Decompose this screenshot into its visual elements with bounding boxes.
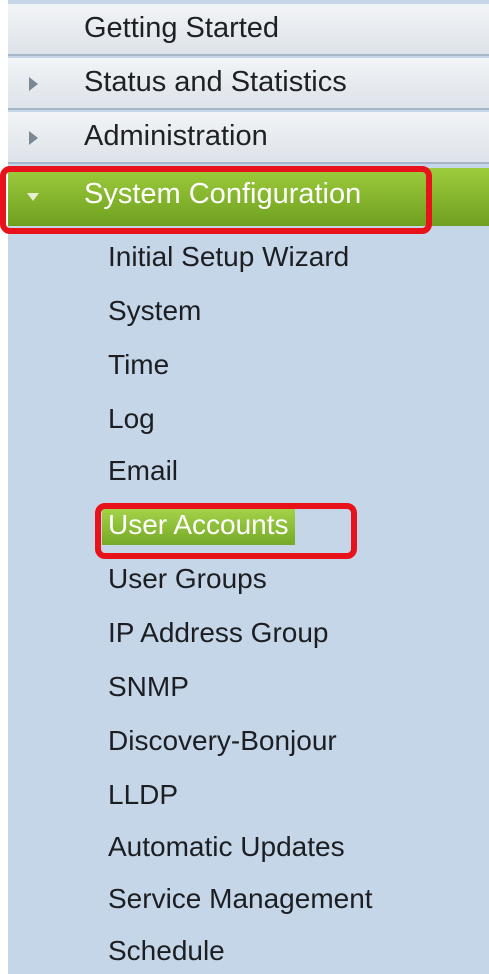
- nav-item-status-and-statistics[interactable]: Status and Statistics: [8, 58, 489, 110]
- highlight-box-user-accounts: [95, 503, 357, 559]
- navigation-sidebar: Getting Started Status and Statistics Ad…: [8, 0, 489, 974]
- sub-item-ip-address-group[interactable]: IP Address Group: [108, 617, 329, 649]
- sub-item-service-management[interactable]: Service Management: [108, 883, 373, 915]
- chevron-right-icon: [29, 77, 38, 91]
- sub-item-user-groups[interactable]: User Groups: [108, 563, 267, 595]
- sub-item-automatic-updates[interactable]: Automatic Updates: [108, 831, 345, 863]
- sub-item-log[interactable]: Log: [108, 403, 155, 435]
- sub-item-time[interactable]: Time: [108, 349, 169, 381]
- sub-item-discovery-bonjour[interactable]: Discovery-Bonjour: [108, 725, 337, 757]
- sub-item-schedule[interactable]: Schedule: [108, 935, 225, 967]
- sub-item-initial-setup-wizard[interactable]: Initial Setup Wizard: [108, 241, 349, 273]
- nav-item-administration[interactable]: Administration: [8, 112, 489, 164]
- sub-item-snmp[interactable]: SNMP: [108, 671, 189, 703]
- nav-item-label: Status and Statistics: [84, 66, 347, 98]
- chevron-right-icon: [29, 131, 38, 145]
- nav-item-label: Getting Started: [84, 12, 280, 44]
- sub-item-system[interactable]: System: [108, 295, 201, 327]
- highlight-box-system-configuration: [0, 166, 432, 234]
- nav-item-label: Administration: [84, 120, 268, 152]
- sub-item-lldp[interactable]: LLDP: [108, 779, 178, 811]
- nav-item-getting-started[interactable]: Getting Started: [8, 4, 489, 56]
- sub-item-email[interactable]: Email: [108, 455, 178, 487]
